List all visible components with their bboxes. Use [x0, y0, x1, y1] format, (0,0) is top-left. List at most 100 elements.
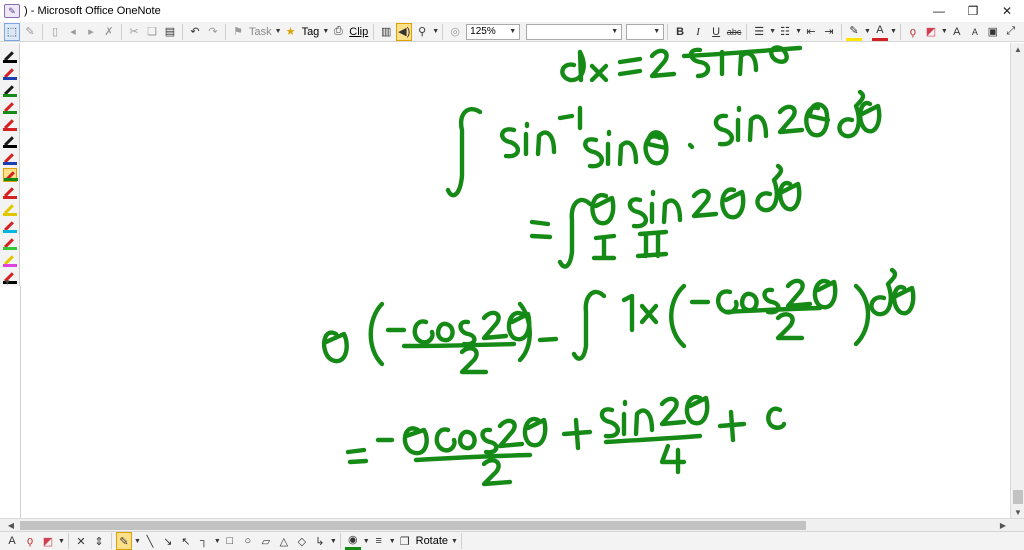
pen-preset-icon[interactable]	[3, 168, 18, 182]
arrow-shape-icon[interactable]: ↘	[160, 532, 176, 550]
redo-icon[interactable]: ↷	[205, 23, 221, 41]
connector-dropdown-arrow[interactable]: ▼	[330, 538, 337, 545]
font-size-down-button[interactable]: A	[967, 23, 983, 41]
lasso-icon[interactable]: ϙ	[22, 532, 38, 550]
bullets-dropdown-arrow[interactable]: ▼	[769, 28, 776, 35]
page-view-icon[interactable]: ▥	[378, 23, 394, 41]
task-button[interactable]: Task	[247, 26, 274, 38]
bullets-icon[interactable]: ☰	[751, 23, 767, 41]
zoom-select[interactable]: 125% ▼	[466, 23, 521, 40]
eraser-tool-icon[interactable]: ◩	[40, 532, 56, 550]
bold-button[interactable]: B	[672, 23, 688, 41]
pen-preset-icon[interactable]	[3, 117, 17, 131]
numbering-icon[interactable]: ☷	[777, 23, 793, 41]
lasso-select-icon[interactable]: ϙ	[905, 23, 921, 41]
rotate-button[interactable]: Rotate	[414, 535, 450, 547]
tag-dropdown-arrow[interactable]: ▼	[322, 28, 329, 35]
vertical-scroll-thumb[interactable]	[1013, 490, 1023, 504]
axis-dropdown-arrow[interactable]: ▼	[214, 538, 221, 545]
arrange-icon[interactable]: ❐	[397, 532, 413, 550]
diamond-shape-icon[interactable]: ◇	[294, 532, 310, 550]
pen-preset-icon[interactable]	[3, 151, 17, 165]
type-text-button[interactable]: A	[4, 532, 20, 550]
back-icon[interactable]: ◂	[65, 23, 81, 41]
note-page-canvas[interactable]	[20, 43, 1010, 518]
decrease-indent-icon[interactable]: ⇤	[803, 23, 819, 41]
increase-indent-icon[interactable]: ⇥	[821, 23, 837, 41]
delete-icon[interactable]: ✗	[101, 23, 117, 41]
underline-button[interactable]: U	[708, 23, 724, 41]
pen-preset-icon[interactable]	[3, 66, 17, 80]
eraser-icon[interactable]: ◩	[923, 23, 939, 41]
onenote-app-icon[interactable]: ✎	[4, 4, 20, 18]
pen-preset-icon[interactable]	[3, 49, 17, 63]
font-color-icon[interactable]: A	[871, 23, 888, 41]
move-icon[interactable]: ⇕	[91, 532, 107, 550]
vertical-scrollbar[interactable]: ▲ ▼	[1010, 43, 1024, 518]
clip-button[interactable]: Clip	[347, 26, 370, 38]
triangle-shape-icon[interactable]: △	[276, 532, 292, 550]
scroll-up-icon[interactable]: ▲	[1011, 43, 1024, 55]
scroll-down-icon[interactable]: ▼	[1011, 506, 1024, 518]
horizontal-scroll-thumb[interactable]	[20, 521, 806, 530]
pen-preset-icon[interactable]	[3, 100, 17, 114]
insert-space-icon[interactable]: ✕	[73, 532, 89, 550]
line-shape-icon[interactable]: ╲	[142, 532, 158, 550]
tag-button[interactable]: Tag	[300, 26, 322, 38]
pen-preset-icon[interactable]	[3, 236, 17, 250]
pen-preset-icon[interactable]	[3, 185, 17, 199]
line-weight-dropdown-arrow[interactable]: ▼	[389, 538, 396, 545]
task-flag-icon[interactable]: ⚑	[230, 23, 246, 41]
font-size-up-button[interactable]: A	[949, 23, 965, 41]
horizontal-scrollbar[interactable]: ◀ ▶	[0, 518, 1024, 531]
pen-dropdown-arrow[interactable]: ▼	[134, 538, 141, 545]
paste-icon[interactable]: ▤	[162, 23, 178, 41]
eraser-tool-dropdown-arrow[interactable]: ▼	[58, 538, 65, 545]
line-weight-icon[interactable]: ≡	[371, 532, 387, 550]
tag-star-icon[interactable]: ★	[283, 23, 299, 41]
close-button[interactable]: ✕	[990, 0, 1024, 22]
pen-preset-icon[interactable]	[3, 253, 17, 267]
cut-icon[interactable]: ✂	[126, 23, 142, 41]
copy-icon[interactable]: ❏	[144, 23, 160, 41]
fill-color-icon[interactable]: ◉	[344, 532, 361, 550]
font-size-select[interactable]: ▼	[626, 23, 665, 40]
pen-preset-icon[interactable]	[3, 219, 17, 233]
parallelogram-shape-icon[interactable]: ▱	[258, 532, 274, 550]
circle-shape-icon[interactable]: ○	[240, 532, 256, 550]
highlight-dropdown-arrow[interactable]: ▼	[864, 28, 871, 35]
research-dropdown-arrow[interactable]: ▼	[432, 28, 439, 35]
rotate-dropdown-arrow[interactable]: ▼	[451, 538, 458, 545]
fill-color-dropdown-arrow[interactable]: ▼	[363, 538, 370, 545]
full-page-icon[interactable]: ⤢	[1003, 23, 1019, 41]
connector-shape-icon[interactable]: ↳	[312, 532, 328, 550]
research-icon[interactable]: ⚲	[414, 23, 430, 41]
restore-button[interactable]: ❐	[956, 0, 990, 22]
select-tool-icon[interactable]: ⬚	[4, 22, 20, 41]
minimize-button[interactable]: —	[922, 0, 956, 22]
axis-shape-icon[interactable]: ┐	[196, 532, 212, 550]
page-properties-icon[interactable]: ▣	[985, 23, 1001, 41]
pen-preset-icon[interactable]	[3, 134, 17, 148]
font-select[interactable]: ▼	[526, 23, 623, 40]
highlight-icon[interactable]: ✎	[846, 23, 863, 41]
pen-preset-icon[interactable]	[3, 202, 17, 216]
font-color-dropdown-arrow[interactable]: ▼	[890, 28, 897, 35]
forward-icon[interactable]: ▸	[83, 23, 99, 41]
rectangle-shape-icon[interactable]: □	[222, 532, 238, 550]
task-dropdown-arrow[interactable]: ▼	[275, 28, 282, 35]
clip-icon[interactable]: ⎙	[330, 23, 346, 41]
help-icon[interactable]: ◎	[447, 23, 463, 41]
audio-icon[interactable]: ◀)	[396, 22, 413, 41]
active-pen-icon[interactable]: ✎	[115, 532, 132, 550]
new-page-icon[interactable]: ▯	[47, 23, 63, 41]
more-pens-icon[interactable]: ▾	[5, 277, 10, 288]
undo-icon[interactable]: ↶	[187, 23, 203, 41]
eraser-dropdown-arrow[interactable]: ▼	[941, 28, 948, 35]
double-arrow-shape-icon[interactable]: ↖	[178, 532, 194, 550]
numbering-dropdown-arrow[interactable]: ▼	[795, 28, 802, 35]
italic-button[interactable]: I	[690, 23, 706, 41]
pen-preset-icon[interactable]	[3, 83, 17, 97]
strikethrough-button[interactable]: abc	[726, 23, 742, 41]
pen-tool-icon[interactable]: ✎	[22, 23, 38, 41]
